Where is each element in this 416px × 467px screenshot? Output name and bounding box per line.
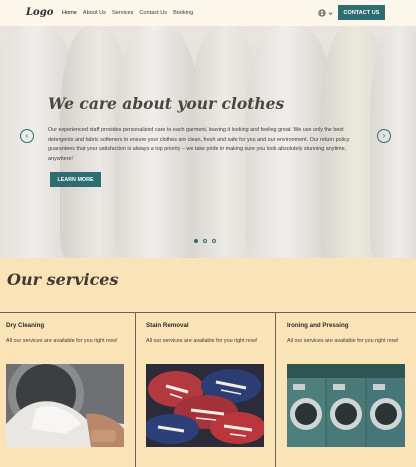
language-selector[interactable] (318, 9, 333, 17)
service-card-title: Stain Removal (146, 322, 189, 329)
logo[interactable]: Logo (26, 7, 53, 18)
nav-item-about-us[interactable]: About Us (83, 10, 106, 16)
chevron-right-icon: › (382, 131, 386, 140)
dry-cleaning-image (6, 364, 124, 447)
service-card-title: Dry Cleaning (6, 322, 45, 329)
slider-dot-3[interactable] (212, 239, 216, 243)
ironing-pressing-image (287, 364, 405, 447)
hero-slider: ‹ › We care about your clothes Our exper… (0, 26, 416, 258)
service-card-text: All our services are available for you r… (146, 338, 258, 344)
nav-item-home[interactable]: Home (62, 10, 77, 16)
service-card-text: All our services are available for you r… (6, 338, 118, 344)
slider-dot-2[interactable] (203, 239, 207, 243)
divider (275, 312, 276, 467)
divider (0, 312, 416, 313)
slider-dots (194, 239, 216, 243)
stain-removal-image (146, 364, 264, 447)
slider-prev-button[interactable]: ‹ (20, 129, 34, 143)
top-navigation: Logo Home About Us Services Contact Us B… (0, 0, 416, 26)
nav-item-booking[interactable]: Booking (173, 10, 193, 16)
nav-item-services[interactable]: Services (112, 10, 133, 16)
service-card-text: All our services are available for you r… (287, 338, 399, 344)
hero-description: Our experienced staff provides personali… (48, 127, 350, 162)
chevron-left-icon: ‹ (25, 131, 29, 140)
divider (135, 312, 136, 467)
nav-item-contact-us[interactable]: Contact Us (139, 10, 167, 16)
slider-dot-1[interactable] (194, 239, 198, 243)
service-card-title: Ironing and Pressing (287, 322, 349, 329)
services-heading: Our services (7, 270, 119, 289)
main-menu: Home About Us Services Contact Us Bookin… (62, 10, 193, 16)
hero-title: We care about your clothes (48, 94, 285, 113)
contact-us-button[interactable]: CONTACT US (338, 5, 385, 20)
chevron-down-icon (328, 11, 333, 15)
globe-icon (318, 9, 326, 17)
slider-next-button[interactable]: › (377, 129, 391, 143)
learn-more-button[interactable]: LEARN MORE (50, 172, 101, 187)
